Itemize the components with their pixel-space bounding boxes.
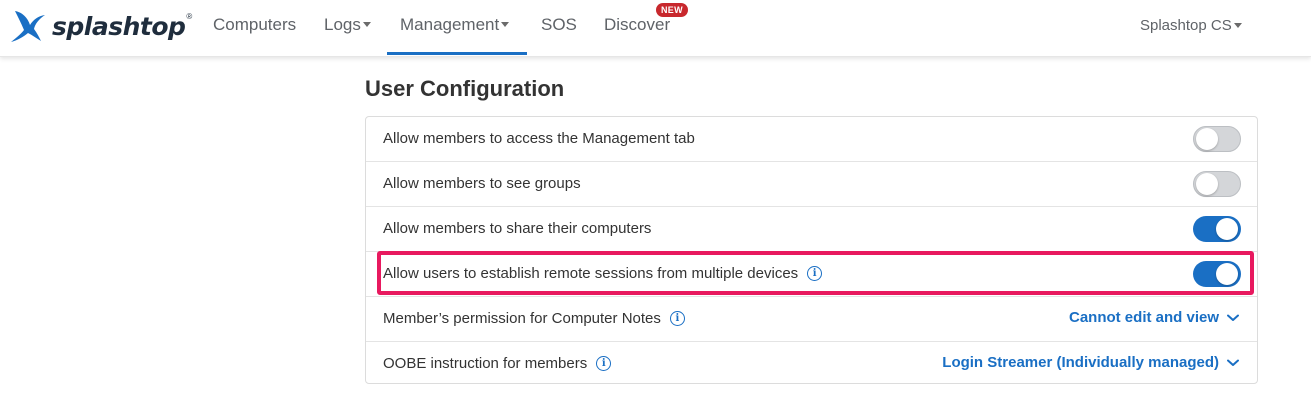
brand-name: splashtop	[52, 11, 186, 41]
multiple-devices-toggle[interactable]	[1193, 261, 1241, 287]
active-tab-indicator	[387, 52, 527, 55]
caret-down-icon	[362, 22, 371, 28]
setting-label: Allow members to see groups	[383, 175, 581, 192]
new-badge: NEW	[656, 3, 688, 17]
page-title: User Configuration	[365, 76, 565, 101]
toggle-knob	[1196, 173, 1218, 195]
setting-row-see-groups: Allow members to see groups	[366, 162, 1257, 207]
nav-discover[interactable]: Discover	[604, 15, 670, 35]
setting-row-multiple-devices: Allow users to establish remote sessions…	[366, 252, 1257, 297]
splashtop-logo-icon	[11, 11, 45, 42]
caret-down-icon	[1233, 22, 1242, 28]
nav-management-label: Management	[400, 15, 500, 34]
user-configuration-panel: Allow members to access the Management t…	[365, 116, 1258, 384]
chevron-down-icon	[1227, 314, 1239, 321]
nav-logs-label: Logs	[324, 15, 361, 34]
setting-label: OOBE instruction for members	[383, 355, 588, 372]
computer-notes-permission-select[interactable]: Cannot edit and view	[1069, 309, 1239, 326]
top-navigation-bar: splashtop ® Computers Logs Management SOS…	[0, 0, 1311, 57]
account-name: Splashtop CS	[1140, 17, 1232, 34]
chevron-down-icon	[1227, 359, 1239, 366]
nav-sos[interactable]: SOS	[541, 15, 577, 35]
setting-label-with-info: Member’s permission for Computer Notes i	[383, 310, 685, 327]
toggle-knob	[1216, 218, 1238, 240]
setting-row-computer-notes: Member’s permission for Computer Notes i …	[366, 297, 1257, 342]
account-menu[interactable]: Splashtop CS	[1140, 17, 1242, 34]
setting-label: Member’s permission for Computer Notes	[383, 310, 661, 327]
splashtop-logo[interactable]: splashtop ®	[8, 6, 192, 46]
setting-row-management-tab: Allow members to access the Management t…	[366, 117, 1257, 162]
nav-computers[interactable]: Computers	[213, 15, 296, 35]
setting-label: Allow users to establish remote sessions…	[383, 265, 799, 282]
setting-row-oobe-instruction: OOBE instruction for members i Login Stre…	[366, 342, 1257, 387]
info-icon[interactable]: i	[669, 311, 685, 326]
info-icon[interactable]: i	[596, 356, 612, 371]
nav-management[interactable]: Management	[400, 15, 510, 35]
select-value: Cannot edit and view	[1068, 309, 1219, 326]
select-value: Login Streamer (Individually managed)	[942, 354, 1219, 371]
toggle-knob	[1216, 263, 1238, 285]
nav-logs[interactable]: Logs	[324, 15, 371, 35]
info-icon[interactable]: i	[807, 266, 823, 281]
setting-row-share-computers: Allow members to share their computers	[366, 207, 1257, 252]
trademark-symbol: ®	[186, 11, 193, 21]
management-tab-toggle[interactable]	[1193, 126, 1241, 152]
oobe-instruction-select[interactable]: Login Streamer (Individually managed)	[942, 354, 1239, 371]
setting-label: Allow members to access the Management t…	[383, 130, 695, 147]
toggle-knob	[1196, 128, 1218, 150]
setting-label-with-info: Allow users to establish remote sessions…	[383, 265, 823, 282]
setting-label-with-info: OOBE instruction for members i	[383, 355, 612, 372]
see-groups-toggle[interactable]	[1193, 171, 1241, 197]
caret-down-icon	[501, 22, 510, 28]
share-computers-toggle[interactable]	[1193, 216, 1241, 242]
setting-label: Allow members to share their computers	[383, 220, 652, 237]
